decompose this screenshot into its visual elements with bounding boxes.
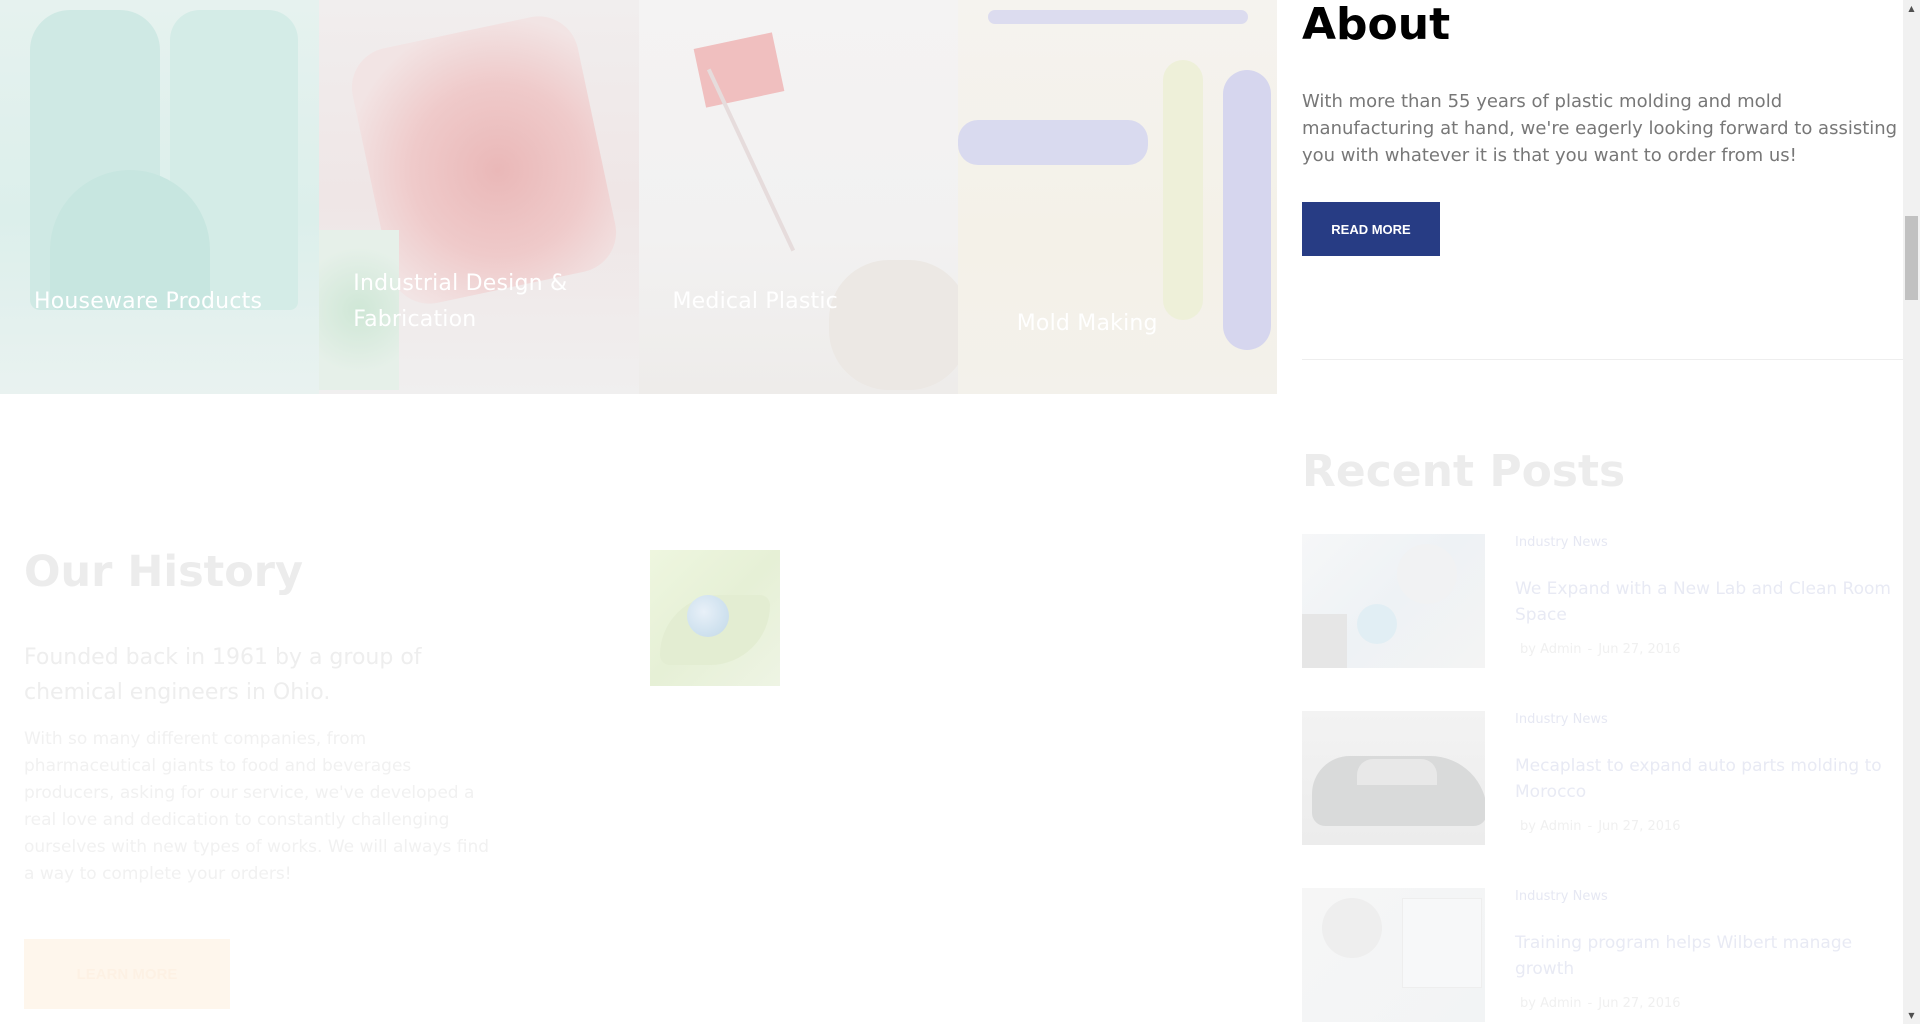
scroll-thumb[interactable] xyxy=(1905,216,1918,300)
post-category-link[interactable]: Industry News xyxy=(1515,888,1608,906)
service-tile-medical[interactable]: Medical Plastic xyxy=(638,0,958,394)
post-date: Jun 27, 2016 xyxy=(1598,819,1681,834)
about-text: With more than 55 years of plastic moldi… xyxy=(1302,91,1898,166)
service-tile-label: Houseware Products xyxy=(34,289,263,314)
post-meta: by Admin - Jun 27, 2016 xyxy=(1520,642,1681,657)
recent-post: Industry News We Expand with a New Lab a… xyxy=(1302,534,1904,668)
divider xyxy=(1302,359,1904,360)
post-category-link[interactable]: Industry News xyxy=(1515,534,1608,552)
post-meta: by Admin - Jun 27, 2016 xyxy=(1520,819,1681,834)
service-tile-label: Mold Making xyxy=(1016,311,1158,336)
history-subtitle: Founded back in 1961 by a group of chemi… xyxy=(24,645,422,705)
post-author[interactable]: by Admin xyxy=(1520,996,1582,1011)
service-tile-mold-making[interactable]: Mold Making xyxy=(957,0,1277,394)
post-thumbnail[interactable] xyxy=(1302,711,1485,845)
post-thumbnail[interactable] xyxy=(1302,534,1485,668)
service-tile-industrial[interactable]: Industrial Design & Fabrication xyxy=(319,0,639,394)
post-category-link[interactable]: Industry News xyxy=(1515,711,1608,729)
post-title-link[interactable]: Training program helps Wilbert manage gr… xyxy=(1515,930,1905,982)
post-thumbnail[interactable] xyxy=(1302,888,1485,1022)
post-meta: by Admin - Jun 27, 2016 xyxy=(1520,996,1681,1011)
about-title: About xyxy=(1302,0,1451,50)
services-gallery: Houseware Products Industrial Design & F… xyxy=(0,0,1277,394)
post-author[interactable]: by Admin xyxy=(1520,642,1582,657)
scroll-up-icon[interactable]: ▲ xyxy=(1903,0,1920,17)
post-date: Jun 27, 2016 xyxy=(1598,996,1681,1011)
recent-post: Industry News Training program helps Wil… xyxy=(1302,888,1904,1022)
read-more-button[interactable]: READ MORE xyxy=(1302,202,1440,256)
recent-posts-title: Recent Posts xyxy=(1302,446,1626,497)
scroll-down-icon[interactable]: ▼ xyxy=(1903,1007,1920,1024)
service-tile-label: Medical Plastic xyxy=(672,289,838,314)
post-date: Jun 27, 2016 xyxy=(1598,642,1681,657)
history-text: With so many different companies, from p… xyxy=(24,729,490,884)
recent-post: Industry News Mecaplast to expand auto p… xyxy=(1302,711,1904,845)
service-tile-houseware[interactable]: Houseware Products xyxy=(0,0,320,394)
medical-image xyxy=(638,0,958,394)
post-title-link[interactable]: Mecaplast to expand auto parts molding t… xyxy=(1515,753,1905,805)
houseware-image xyxy=(0,0,320,394)
meta-separator: - xyxy=(1587,996,1593,1011)
page-scrollbar[interactable]: ▲ ▼ xyxy=(1903,0,1920,1024)
globe-icon xyxy=(687,595,729,637)
globe-in-hands-image xyxy=(650,550,780,686)
learn-more-button[interactable]: LEARN MORE xyxy=(24,939,230,1009)
meta-separator: - xyxy=(1587,642,1593,657)
history-title: Our History xyxy=(24,547,303,597)
post-author[interactable]: by Admin xyxy=(1520,819,1582,834)
service-tile-label: Industrial Design & Fabrication xyxy=(353,271,568,332)
meta-separator: - xyxy=(1587,819,1593,834)
post-title-link[interactable]: We Expand with a New Lab and Clean Room … xyxy=(1515,576,1905,628)
